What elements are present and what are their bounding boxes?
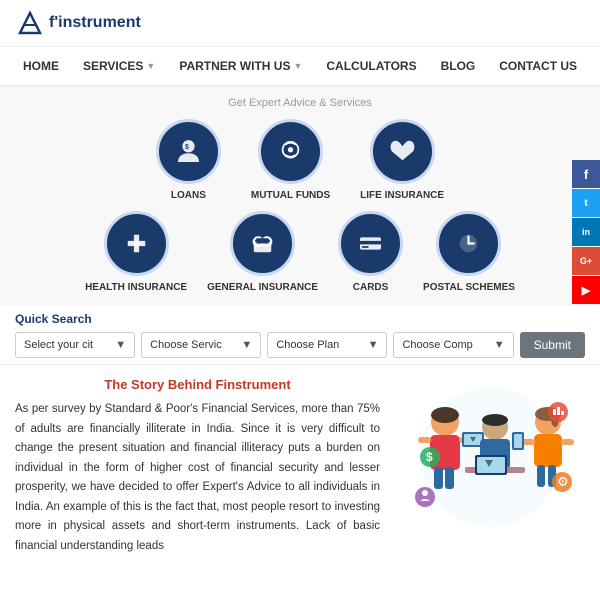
postal-schemes-circle <box>436 211 501 276</box>
service-loans[interactable]: $ LOANS <box>156 119 221 201</box>
health-insurance-label: HEALTH INSURANCE <box>85 282 187 293</box>
health-insurance-circle <box>104 211 169 276</box>
search-row: Select your cit ▼ Choose Servic ▼ Choose… <box>15 332 585 358</box>
service-mutual-funds[interactable]: MUTUAL FUNDS <box>251 119 330 201</box>
services-section: Get Expert Advice & Services $ LOANS <box>0 87 600 306</box>
chevron-down-icon: ▼ <box>241 339 252 351</box>
chevron-down-icon: ▼ <box>115 339 126 351</box>
header: f'instrument <box>0 0 600 47</box>
logo-text: f'instrument <box>49 14 141 32</box>
service-postal-schemes[interactable]: POSTAL SCHEMES <box>423 211 515 293</box>
loans-circle: $ <box>156 119 221 184</box>
mutual-funds-circle <box>258 119 323 184</box>
service-general-insurance[interactable]: GENERAL INSURANCE <box>207 211 318 293</box>
illustration-section: $ ⚙ <box>395 377 585 556</box>
life-insurance-label: LIFE INSURANCE <box>360 190 444 201</box>
services-row-2: HEALTH INSURANCE GENERAL INSURANCE <box>15 211 585 293</box>
chevron-down-icon: ▼ <box>494 339 505 351</box>
linkedin-icon: in <box>582 227 590 237</box>
plan-select[interactable]: Choose Plan ▼ <box>267 332 387 358</box>
logo-icon <box>15 8 45 38</box>
nav-services[interactable]: SERVICES ▼ <box>71 47 167 85</box>
twitter-icon: t <box>584 198 587 209</box>
postal-schemes-label: POSTAL SCHEMES <box>423 282 515 293</box>
chevron-down-icon: ▼ <box>368 339 379 351</box>
cards-circle <box>338 211 403 276</box>
nav-partner[interactable]: PARTNER WITH US ▼ <box>167 47 314 85</box>
chevron-down-icon: ▼ <box>293 61 302 71</box>
twitter-button[interactable]: t <box>572 189 600 217</box>
quick-search-section: Quick Search Select your cit ▼ Choose Se… <box>0 306 600 365</box>
mutual-funds-label: MUTUAL FUNDS <box>251 190 330 201</box>
city-select[interactable]: Select your cit ▼ <box>15 332 135 358</box>
services-subtitle: Get Expert Advice & Services <box>15 97 585 109</box>
nav-calculators[interactable]: CALCULATORS <box>314 47 428 85</box>
main-content: The Story Behind Finstrument As per surv… <box>0 365 600 568</box>
life-insurance-circle <box>370 119 435 184</box>
team-illustration: $ ⚙ <box>400 377 580 537</box>
main-nav: HOME SERVICES ▼ PARTNER WITH US ▼ CALCUL… <box>0 47 600 87</box>
general-insurance-circle <box>230 211 295 276</box>
youtube-icon: ▶ <box>582 284 590 297</box>
nav-contact[interactable]: CONTACT US <box>487 47 589 85</box>
story-section: The Story Behind Finstrument As per surv… <box>15 377 380 556</box>
linkedin-button[interactable]: in <box>572 218 600 246</box>
loans-label: LOANS <box>171 190 206 201</box>
story-title: The Story Behind Finstrument <box>15 377 380 392</box>
logo[interactable]: f'instrument <box>15 8 141 38</box>
cards-icon <box>353 226 388 261</box>
svg-text:$: $ <box>426 450 433 464</box>
social-sidebar: f t in G+ ▶ <box>572 160 600 304</box>
quick-search-label: Quick Search <box>15 312 585 326</box>
facebook-button[interactable]: f <box>572 160 600 188</box>
cards-label: CARDS <box>353 282 389 293</box>
nav-blog[interactable]: BLOG <box>429 47 488 85</box>
svg-text:$: $ <box>185 144 189 151</box>
services-row-1: $ LOANS MUTUAL FUNDS <box>15 119 585 201</box>
facebook-icon: f <box>584 167 588 182</box>
service-select[interactable]: Choose Servic ▼ <box>141 332 261 358</box>
google-plus-icon: G+ <box>580 256 592 266</box>
general-insurance-icon <box>245 226 280 261</box>
health-insurance-icon <box>119 226 154 261</box>
service-life-insurance[interactable]: LIFE INSURANCE <box>360 119 444 201</box>
nav-home[interactable]: HOME <box>11 47 71 85</box>
postal-schemes-icon <box>451 226 486 261</box>
chevron-down-icon: ▼ <box>146 61 155 71</box>
google-plus-button[interactable]: G+ <box>572 247 600 275</box>
company-select[interactable]: Choose Comp ▼ <box>393 332 513 358</box>
youtube-button[interactable]: ▶ <box>572 276 600 304</box>
life-insurance-icon <box>385 134 420 169</box>
loans-icon: $ <box>171 134 206 169</box>
story-text: As per survey by Standard & Poor's Finan… <box>15 400 380 556</box>
svg-text:⚙: ⚙ <box>557 474 569 489</box>
mutual-funds-icon <box>273 134 308 169</box>
general-insurance-label: GENERAL INSURANCE <box>207 282 318 293</box>
service-cards[interactable]: CARDS <box>338 211 403 293</box>
service-health-insurance[interactable]: HEALTH INSURANCE <box>85 211 187 293</box>
search-submit-button[interactable]: Submit <box>520 332 585 358</box>
